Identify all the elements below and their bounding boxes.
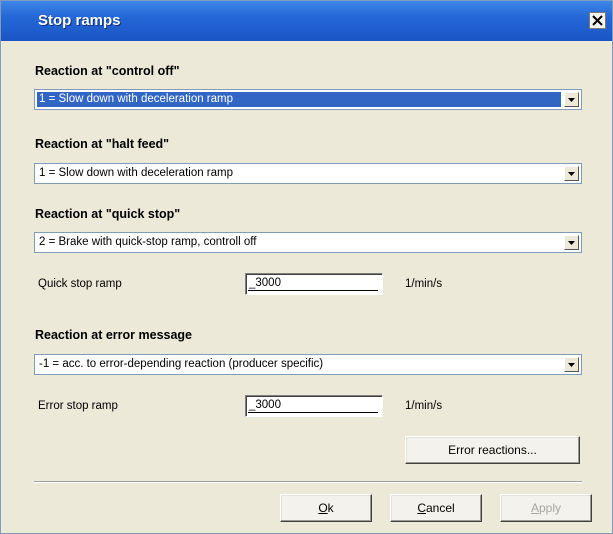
error-message-combo[interactable]: -1 = acc. to error-depending reaction (p… bbox=[34, 354, 582, 375]
chevron-down-icon bbox=[568, 171, 575, 176]
ok-mnemonic: O bbox=[318, 501, 328, 515]
quick-stop-dropdown-arrow[interactable] bbox=[564, 235, 579, 250]
error-stop-ramp-input[interactable]: _3000 bbox=[245, 395, 383, 417]
error-message-dropdown-arrow[interactable] bbox=[564, 357, 579, 372]
error-reactions-button[interactable]: Error reactions... bbox=[405, 436, 580, 464]
close-button[interactable] bbox=[589, 12, 606, 29]
quick-stop-ramp-input[interactable]: _3000 bbox=[245, 273, 383, 295]
quick-stop-value: 2 = Brake with quick-stop ramp, controll… bbox=[39, 236, 257, 248]
quick-stop-combo[interactable]: 2 = Brake with quick-stop ramp, controll… bbox=[34, 232, 582, 253]
quick-stop-ramp-value: _3000 bbox=[249, 277, 281, 289]
stop-ramps-dialog: Stop ramps Reaction at "control off" 1 =… bbox=[0, 0, 613, 534]
control-off-label: Reaction at "control off" bbox=[35, 64, 180, 78]
quick-stop-label: Reaction at "quick stop" bbox=[35, 207, 181, 221]
chevron-down-icon bbox=[568, 362, 575, 367]
ok-button[interactable]: Ok bbox=[280, 494, 372, 522]
cancel-button[interactable]: Cancel bbox=[390, 494, 482, 522]
ok-label-rest: k bbox=[327, 501, 334, 515]
chevron-down-icon bbox=[568, 97, 575, 102]
halt-feed-value: 1 = Slow down with deceleration ramp bbox=[39, 167, 234, 179]
close-x-icon bbox=[592, 15, 603, 26]
apply-button[interactable]: Apply bbox=[500, 494, 592, 522]
divider bbox=[34, 481, 582, 483]
apply-label-rest: pply bbox=[539, 501, 562, 515]
chevron-down-icon bbox=[568, 240, 575, 245]
dialog-title: Stop ramps bbox=[38, 12, 121, 29]
quick-stop-ramp-unit: 1/min/s bbox=[405, 278, 443, 290]
input-underline bbox=[248, 412, 378, 413]
input-underline bbox=[248, 290, 378, 291]
control-off-dropdown-arrow[interactable] bbox=[564, 92, 579, 107]
apply-mnemonic: A bbox=[530, 501, 539, 515]
error-stop-ramp-label: Error stop ramp bbox=[38, 400, 118, 412]
halt-feed-combo[interactable]: 1 = Slow down with deceleration ramp bbox=[34, 163, 582, 184]
halt-feed-label: Reaction at "halt feed" bbox=[35, 137, 170, 151]
error-message-label: Reaction at error message bbox=[35, 328, 193, 342]
error-stop-ramp-unit: 1/min/s bbox=[405, 400, 443, 412]
control-off-combo[interactable]: 1 = Slow down with deceleration ramp bbox=[34, 89, 582, 110]
control-off-value: 1 = Slow down with deceleration ramp bbox=[37, 92, 561, 107]
error-stop-ramp-value: _3000 bbox=[249, 399, 281, 411]
cancel-mnemonic: C bbox=[417, 501, 426, 515]
quick-stop-ramp-label: Quick stop ramp bbox=[38, 278, 122, 290]
title-bar[interactable]: Stop ramps bbox=[1, 1, 612, 41]
error-message-value: -1 = acc. to error-depending reaction (p… bbox=[39, 358, 324, 370]
cancel-label-rest: ancel bbox=[425, 501, 455, 515]
halt-feed-dropdown-arrow[interactable] bbox=[564, 166, 579, 181]
